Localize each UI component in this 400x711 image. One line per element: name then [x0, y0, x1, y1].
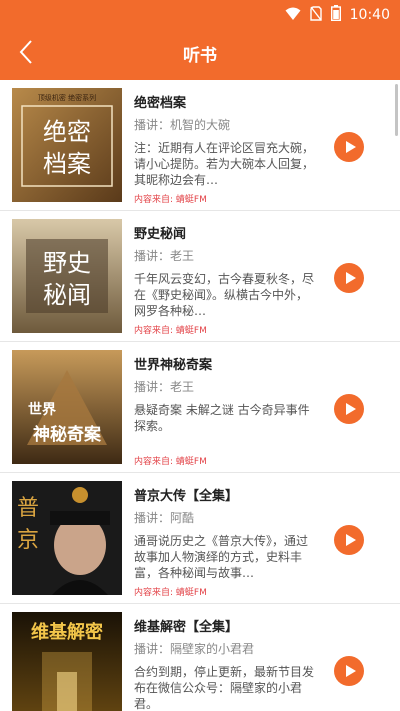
- play-button[interactable]: [334, 656, 364, 686]
- svg-text:绝密: 绝密: [43, 118, 91, 146]
- list-item[interactable]: 顶级机密 绝密系列 绝密 档案 绝密档案 播讲：机智的大碗 注：近期有人在评论区…: [0, 80, 400, 211]
- header: 听书: [0, 30, 400, 78]
- item-description: 悬疑奇案 未解之谜 古今奇异事件探索。: [134, 403, 310, 433]
- audiobook-list: 顶级机密 绝密系列 绝密 档案 绝密档案 播讲：机智的大碗 注：近期有人在评论区…: [0, 80, 400, 711]
- no-sim-icon: [309, 5, 322, 25]
- item-title: 维基解密【全集】: [134, 620, 239, 635]
- item-description: 合约到期，停止更新，最新节目发布在微信公众号：隔壁家的小君君。: [134, 665, 314, 711]
- wifi-icon: [285, 6, 301, 25]
- svg-text:世界: 世界: [28, 401, 57, 418]
- item-description: 注：近期有人在评论区冒充大碗，请小心提防。若为大碗本人回复，其昵称边会有…: [134, 141, 314, 187]
- list-item[interactable]: 普 京 普京大传【全集】 播讲：阿酷 通哥说历史之《普京大传》，通过故事加人物演…: [0, 473, 400, 604]
- item-title: 绝密档案: [134, 96, 187, 111]
- svg-text:京: 京: [17, 528, 39, 553]
- play-icon: [345, 403, 356, 415]
- item-description: 通哥说历史之《普京大传》，通过故事加人物演绎的方式，史料丰富，各种秘闻与故事…: [134, 534, 309, 580]
- play-button[interactable]: [334, 263, 364, 293]
- play-icon: [345, 272, 356, 284]
- play-button[interactable]: [334, 525, 364, 555]
- item-source: 内容来自: 蜻蜓FM: [134, 588, 207, 598]
- list-item[interactable]: 维基解密 维基解密【全集】 播讲：隔壁家的小君君 合约到期，停止更新，最新节目发…: [0, 604, 400, 711]
- item-source: 内容来自: 蜻蜓FM: [134, 326, 207, 336]
- status-bar: 10:40: [0, 0, 400, 28]
- svg-text:档案: 档案: [43, 150, 91, 178]
- battery-icon: [330, 5, 341, 25]
- play-icon: [345, 141, 356, 153]
- item-anchor: 播讲：阿酷: [134, 511, 195, 525]
- item-title: 世界神秘奇案: [134, 358, 213, 373]
- item-description: 千年风云变幻，古今春夏秋冬，尽在《野史秘闻》。纵横古今中外，网罗各种秘…: [134, 272, 314, 318]
- app-bar: 10:40 听书: [0, 0, 400, 80]
- cover-image: 世界 神秘奇案: [12, 350, 122, 464]
- list-item[interactable]: 世界 神秘奇案 世界神秘奇案 播讲：老王 悬疑奇案 未解之谜 古今奇异事件探索。…: [0, 342, 400, 473]
- cover-small-text: 顶级机密 绝密系列: [38, 93, 96, 102]
- page-title: 听书: [183, 46, 217, 66]
- cover-image: 顶级机密 绝密系列 绝密 档案: [12, 88, 122, 202]
- item-source: 内容来自: 蜻蜓FM: [134, 457, 207, 467]
- svg-text:普: 普: [17, 496, 39, 521]
- svg-text:维基解密: 维基解密: [31, 621, 103, 643]
- status-time: 10:40: [349, 7, 390, 23]
- item-anchor: 播讲：机智的大碗: [134, 118, 231, 132]
- play-button[interactable]: [334, 394, 364, 424]
- item-anchor: 播讲：老王: [134, 249, 195, 263]
- svg-text:野史: 野史: [43, 249, 91, 277]
- play-button[interactable]: [334, 132, 364, 162]
- play-icon: [345, 534, 356, 546]
- svg-text:秘闻: 秘闻: [43, 281, 91, 309]
- item-anchor: 播讲：隔壁家的小君君: [134, 642, 255, 656]
- item-anchor: 播讲：老王: [134, 380, 195, 394]
- svg-text:神秘奇案: 神秘奇案: [33, 424, 102, 445]
- item-source: 内容来自: 蜻蜓FM: [134, 195, 207, 205]
- screen: 10:40 听书 顶级机密 绝密系列 绝密 档案 绝密档案 播讲：机智的大碗 注…: [0, 0, 400, 711]
- cover-image: 维基解密: [12, 612, 122, 711]
- status-icons: 10:40: [285, 5, 390, 25]
- list-item[interactable]: 野史 秘闻 野史秘闻 播讲：老王 千年风云变幻，古今春夏秋冬，尽在《野史秘闻》。…: [0, 211, 400, 342]
- item-title: 普京大传【全集】: [134, 489, 239, 504]
- cover-image: 普 京: [12, 481, 122, 595]
- cover-image: 野史 秘闻: [12, 219, 122, 333]
- play-icon: [345, 665, 356, 677]
- scrollbar[interactable]: [395, 84, 398, 136]
- item-title: 野史秘闻: [134, 227, 187, 242]
